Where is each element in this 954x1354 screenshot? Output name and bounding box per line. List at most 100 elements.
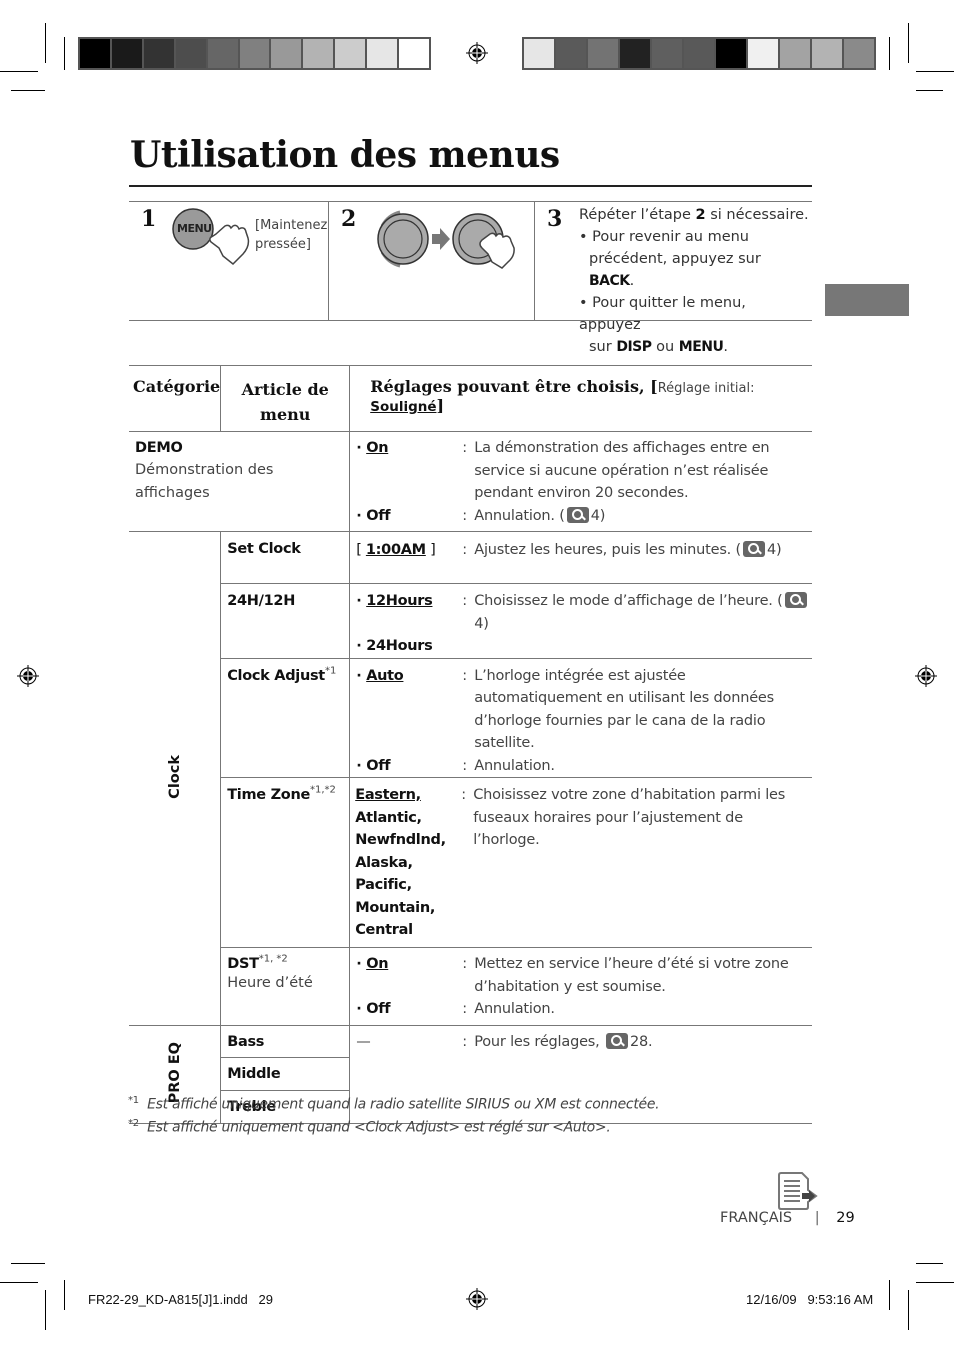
left-color-bar	[78, 37, 431, 70]
crop-mark	[908, 1290, 909, 1330]
table-row-set-clock: Clock Set Clock [ 1:00AM ]: Ajustez les h…	[129, 531, 812, 1026]
table-row-dst: DST*1, *2 Heure d’été · On: Mettez en ser…	[129, 947, 812, 1026]
category-clock: Clock	[129, 531, 222, 1026]
page-number: 29	[836, 1210, 855, 1226]
table-row-time-zone: Time Zone*1,*2 Eastern, Atlantic, Newfnd…	[129, 777, 812, 948]
color-swatch	[175, 39, 206, 68]
option-off: Off	[366, 757, 391, 774]
crop-mark	[0, 71, 38, 72]
color-swatch	[303, 39, 334, 68]
step-divider	[328, 202, 329, 320]
magnifier-reference-icon	[784, 592, 807, 608]
item-time-zone: Time Zone	[227, 787, 311, 803]
magnifier-reference-icon	[605, 1033, 628, 1049]
disp-key-label: DISP	[616, 339, 652, 355]
color-swatch	[684, 39, 714, 68]
color-swatch	[271, 39, 302, 68]
option-mountain: Mountain,	[355, 899, 436, 916]
section-tab-marker	[825, 284, 909, 316]
color-swatch	[844, 39, 874, 68]
title-rule	[129, 185, 812, 187]
demo-label: DEMO	[135, 440, 183, 456]
option-alaska: Alaska,	[355, 854, 413, 871]
crop-mark	[916, 71, 954, 72]
crop-mark	[916, 90, 943, 91]
table-row-24h-12h: 24H/12H · 12Hours: Choisissez le mode d’a…	[129, 583, 812, 659]
crop-mark	[889, 37, 890, 70]
crop-mark	[64, 1280, 65, 1310]
magnifier-reference-icon	[742, 541, 765, 557]
header-category: Catégorie	[129, 365, 222, 432]
continue-page-icon	[778, 1172, 818, 1210]
option-on: On	[366, 956, 389, 972]
crop-mark	[916, 1263, 943, 1264]
color-swatch	[652, 39, 682, 68]
option-central: Central	[355, 922, 413, 938]
table-row-bass: PRO EQ Bass —: Pour les réglages, 28.	[129, 1025, 812, 1124]
footnote-1: *1 Est affiché uniquement quand la radio…	[128, 1095, 660, 1113]
option-newfndlnd: Newfndlnd,	[355, 832, 446, 848]
item-clock-adjust: Clock Adjust	[227, 667, 325, 684]
color-swatch	[812, 39, 842, 68]
item-set-clock: Set Clock	[227, 541, 301, 557]
option-eastern: Eastern,	[355, 787, 421, 803]
table-row-clock-adjust: Clock Adjust*1 · Auto: L’horloge intégrée…	[129, 657, 812, 778]
color-swatch	[367, 39, 398, 68]
item-middle: Middle	[227, 1066, 281, 1082]
demo-cell: DEMO Démonstration des affichages	[129, 431, 351, 532]
registration-mark-icon	[915, 665, 937, 687]
color-swatch	[111, 39, 142, 68]
right-color-bar	[522, 37, 876, 70]
step-3-text: Répéter l’étape 2 si nécessaire. • Pour …	[579, 207, 809, 355]
option-row: · On: La démonstration des affichages ent…	[356, 440, 770, 501]
color-swatch	[556, 39, 586, 68]
language-label: FRANÇAIS	[720, 1210, 793, 1226]
color-swatch	[335, 39, 366, 68]
option-1-00am: 1:00AM	[365, 542, 426, 558]
demo-subtitle: Démonstration des affichages	[135, 462, 274, 501]
rotate-then-press-knob-icon	[377, 210, 515, 269]
step-1-number: 1	[141, 206, 157, 232]
menu-button-press-icon	[172, 208, 250, 266]
item-dst: DST	[227, 956, 259, 972]
menu-settings-table: Catégorie Article de menu Réglages pouva…	[129, 365, 812, 1124]
option-pacific: Pacific,	[355, 877, 412, 893]
color-swatch	[620, 39, 650, 68]
color-swatch	[524, 39, 554, 68]
header-settings: Réglages pouvant être choisis, [Réglage …	[349, 365, 812, 432]
option-off: Off	[366, 1001, 391, 1017]
step-3-number: 3	[547, 206, 563, 232]
step-1-note: [Maintenez pressée]	[255, 218, 328, 252]
color-swatch	[780, 39, 810, 68]
crop-mark	[64, 37, 65, 70]
crop-mark	[11, 90, 45, 91]
menu-button-label: MENU	[177, 222, 212, 235]
slug-timestamp: 12/16/09 9:53:16 AM	[746, 1292, 874, 1307]
color-swatch	[143, 39, 174, 68]
color-swatch	[399, 39, 429, 68]
color-swatch	[588, 39, 618, 68]
color-swatch	[748, 39, 778, 68]
color-swatch	[80, 39, 110, 68]
bullet-back: • Pour revenir au menu	[579, 229, 749, 245]
registration-mark-icon	[17, 665, 39, 687]
table-row-demo: DEMO Démonstration des affichages · On: L…	[129, 431, 812, 532]
step-2-number: 2	[341, 206, 357, 232]
option-off: Off	[366, 507, 391, 524]
dst-subtitle: Heure d’été	[227, 975, 313, 991]
option-on: On	[366, 440, 389, 456]
crop-mark	[11, 1263, 45, 1264]
item-bass: Bass	[227, 1034, 265, 1050]
step-divider	[534, 202, 535, 320]
table-header-row: Catégorie Article de menu Réglages pouva…	[129, 365, 812, 432]
header-item: Article de menu	[220, 365, 351, 432]
option-atlantic: Atlantic,	[355, 809, 422, 826]
option-24hours: 24Hours	[366, 638, 433, 654]
page-title: Utilisation des menus	[130, 134, 560, 176]
color-swatch	[239, 39, 270, 68]
option-row: · Off: Annulation. (4)	[356, 506, 606, 524]
option-auto: Auto	[366, 667, 404, 684]
color-swatch	[716, 39, 746, 68]
back-key-label: BACK	[589, 273, 630, 289]
steps-box: 1 MENU [Maintenez pressée] 2 3 Répéter l…	[129, 201, 812, 355]
